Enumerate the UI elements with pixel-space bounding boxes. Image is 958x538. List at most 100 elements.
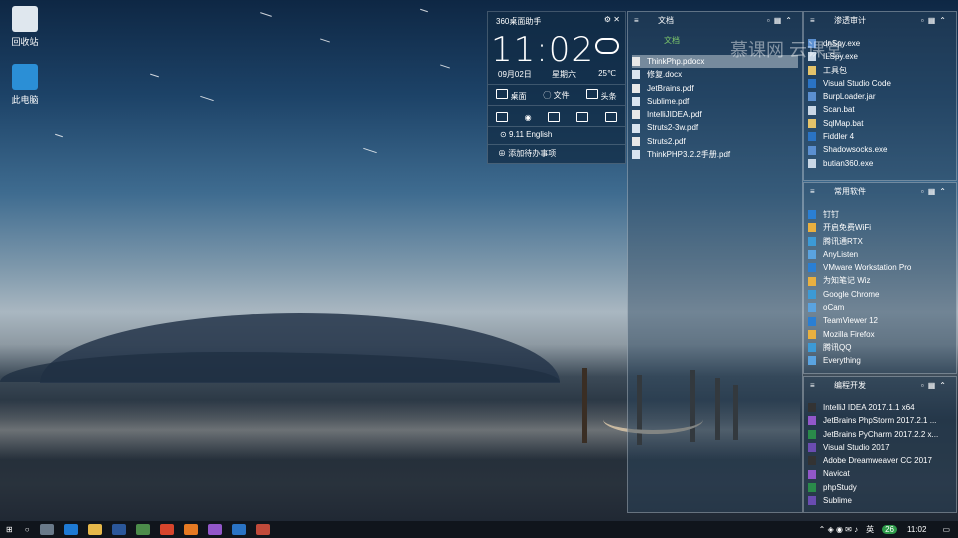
list-item[interactable]: 腾讯通RTX	[808, 235, 952, 248]
fence-list: ThinkPhp.pdocx 修复.docx JetBrains.pdf Sublim…	[632, 55, 798, 161]
list-item[interactable]: IntelliJ IDEA 2017.1.1 x64	[808, 401, 952, 414]
list-item[interactable]: Struts2-3w.pdf	[632, 121, 798, 134]
list-item[interactable]: AnyListen	[808, 248, 952, 261]
windows-start-icon[interactable]: ⊞	[6, 525, 13, 534]
list-item[interactable]: ThinkPHP3.2.2手册.pdf	[632, 148, 798, 161]
task-view-icon[interactable]	[39, 524, 54, 535]
firefox-icon[interactable]	[183, 524, 198, 535]
list-item-label: 修复.docx	[647, 70, 683, 80]
list-item[interactable]: Scan.bat	[808, 103, 952, 116]
taskbar: ⊞ ○ ⌃ ◈ ◉ ✉ ♪ 英 26 11:02 ▭	[0, 521, 958, 538]
fence-title: 编程开发	[834, 381, 866, 390]
file-icon	[808, 303, 816, 313]
app-icon[interactable]	[135, 524, 150, 535]
fence-controls[interactable]: ▫▦⌃	[921, 377, 950, 395]
phpstorm-icon[interactable]	[207, 524, 222, 535]
menu-icon[interactable]: ≡	[810, 183, 815, 201]
fence-header[interactable]: ≡ 常用软件 ▫▦⌃	[804, 183, 956, 201]
list-item[interactable]: 修复.docx	[632, 68, 798, 81]
window-icon[interactable]	[604, 112, 617, 122]
taskbar-clock[interactable]: 11:02	[907, 525, 926, 534]
list-item[interactable]: 开启免费WiFi	[808, 221, 952, 234]
docs-tab[interactable]: 文档	[664, 35, 680, 46]
list-item[interactable]: 腾讯QQ	[808, 341, 952, 354]
list-item[interactable]: JetBrains PyCharm 2017.2.2 x...	[808, 428, 952, 441]
file-icon	[808, 343, 816, 353]
widget-controls[interactable]: ⚙ ✕	[604, 15, 620, 24]
list-item[interactable]: SqlMap.bat	[808, 117, 952, 130]
fence-header[interactable]: ≡ 文档 ▫▦⌃	[628, 12, 802, 30]
monitor-icon	[496, 88, 509, 99]
list-item[interactable]: Sublime	[808, 494, 952, 507]
app-icon[interactable]	[255, 524, 270, 535]
list-item[interactable]: BurpLoader.jar	[808, 90, 952, 103]
widget-title: 360桌面助手	[496, 17, 542, 26]
input-language[interactable]: 英	[866, 524, 874, 535]
cloud-icon	[595, 38, 619, 54]
menu-icon[interactable]: ≡	[634, 12, 639, 30]
list-item[interactable]: VMware Workstation Pro	[808, 261, 952, 274]
file-icon	[632, 150, 640, 160]
file-icon	[808, 105, 816, 115]
list-item-label: 开启免费WiFi	[823, 223, 871, 233]
list-item[interactable]: Visual Studio Code	[808, 77, 952, 90]
list-item[interactable]: Fiddler 4	[808, 130, 952, 143]
word-icon[interactable]	[111, 524, 126, 535]
vscode-icon[interactable]	[231, 524, 246, 535]
eye-icon[interactable]: ◉	[525, 113, 532, 122]
list-item[interactable]: Everything	[808, 354, 952, 367]
fence-title: 渗透审计	[834, 16, 866, 25]
desktop-action[interactable]: 桌面	[496, 88, 527, 102]
list-item[interactable]: JetBrains.pdf	[632, 82, 798, 95]
tray-icons[interactable]: ⌃ ◈ ◉ ✉ ♪	[819, 525, 858, 534]
this-pc-icon[interactable]: 此电脑	[0, 64, 50, 106]
list-item[interactable]: phpStudy	[808, 481, 952, 494]
file-icon	[808, 92, 816, 102]
fence-controls[interactable]: ▫▦⌃	[921, 12, 950, 30]
list-item[interactable]: TeamViewer 12	[808, 314, 952, 327]
list-item[interactable]: Mozilla Firefox	[808, 328, 952, 341]
list-item[interactable]: Navicat	[808, 467, 952, 480]
list-item[interactable]: Adobe Dreamweaver CC 2017	[808, 454, 952, 467]
temperature-text: 25℃	[598, 69, 616, 78]
edge-icon[interactable]	[63, 524, 78, 535]
crop-icon[interactable]	[496, 112, 509, 122]
list-item[interactable]: Struts2.pdf	[632, 135, 798, 148]
fence-list: IntelliJ IDEA 2017.1.1 x64 JetBrains PhpS…	[808, 401, 952, 507]
fence-controls[interactable]: ▫▦⌃	[921, 183, 950, 201]
list-item[interactable]: Shadowsocks.exe	[808, 143, 952, 156]
note-icon[interactable]	[547, 112, 560, 122]
list-item[interactable]: Sublime.pdf	[632, 95, 798, 108]
fence-header[interactable]: ≡ 编程开发 ▫▦⌃	[804, 377, 956, 395]
notification-icon[interactable]: ▭	[942, 525, 950, 534]
list-item-label: phpStudy	[823, 482, 857, 492]
list-item-label: Visual Studio 2017	[823, 442, 890, 452]
fence-controls[interactable]: ▫▦⌃	[767, 12, 796, 30]
chrome-icon[interactable]	[159, 524, 174, 535]
list-item[interactable]: JetBrains PhpStorm 2017.2.1 ...	[808, 414, 952, 427]
list-item[interactable]: Google Chrome	[808, 288, 952, 301]
file-icon	[808, 443, 816, 453]
explorer-icon[interactable]	[87, 524, 102, 535]
file-action[interactable]: ◯ 文件	[543, 90, 569, 101]
list-item[interactable]: oCam	[808, 301, 952, 314]
list-item[interactable]: 钉钉	[808, 208, 952, 221]
recycle-bin-icon[interactable]: 回收站	[0, 6, 50, 48]
list-item[interactable]: butian360.exe	[808, 157, 952, 170]
news-action-label: 头条	[600, 91, 617, 101]
menu-icon[interactable]: ≡	[810, 377, 815, 395]
calculator-icon[interactable]	[576, 112, 589, 122]
list-item-label: 腾讯通RTX	[823, 236, 863, 246]
search-icon: ◯	[543, 90, 552, 100]
list-item[interactable]: IntelliJIDEA.pdf	[632, 108, 798, 121]
list-item[interactable]: 为知笔记 Wiz	[808, 274, 952, 287]
list-item-label: JetBrains.pdf	[647, 83, 694, 93]
file-icon	[808, 79, 816, 89]
list-item[interactable]: Visual Studio 2017	[808, 441, 952, 454]
fence-header[interactable]: ≡ 渗透审计 ▫▦⌃	[804, 12, 956, 30]
add-todo-button[interactable]: ⊕ 添加待办事项	[488, 144, 625, 162]
cortana-icon[interactable]: ○	[25, 525, 30, 534]
news-action[interactable]: 头条	[586, 88, 617, 102]
menu-icon[interactable]: ≡	[810, 12, 815, 30]
list-item[interactable]: 工具包	[808, 64, 952, 77]
